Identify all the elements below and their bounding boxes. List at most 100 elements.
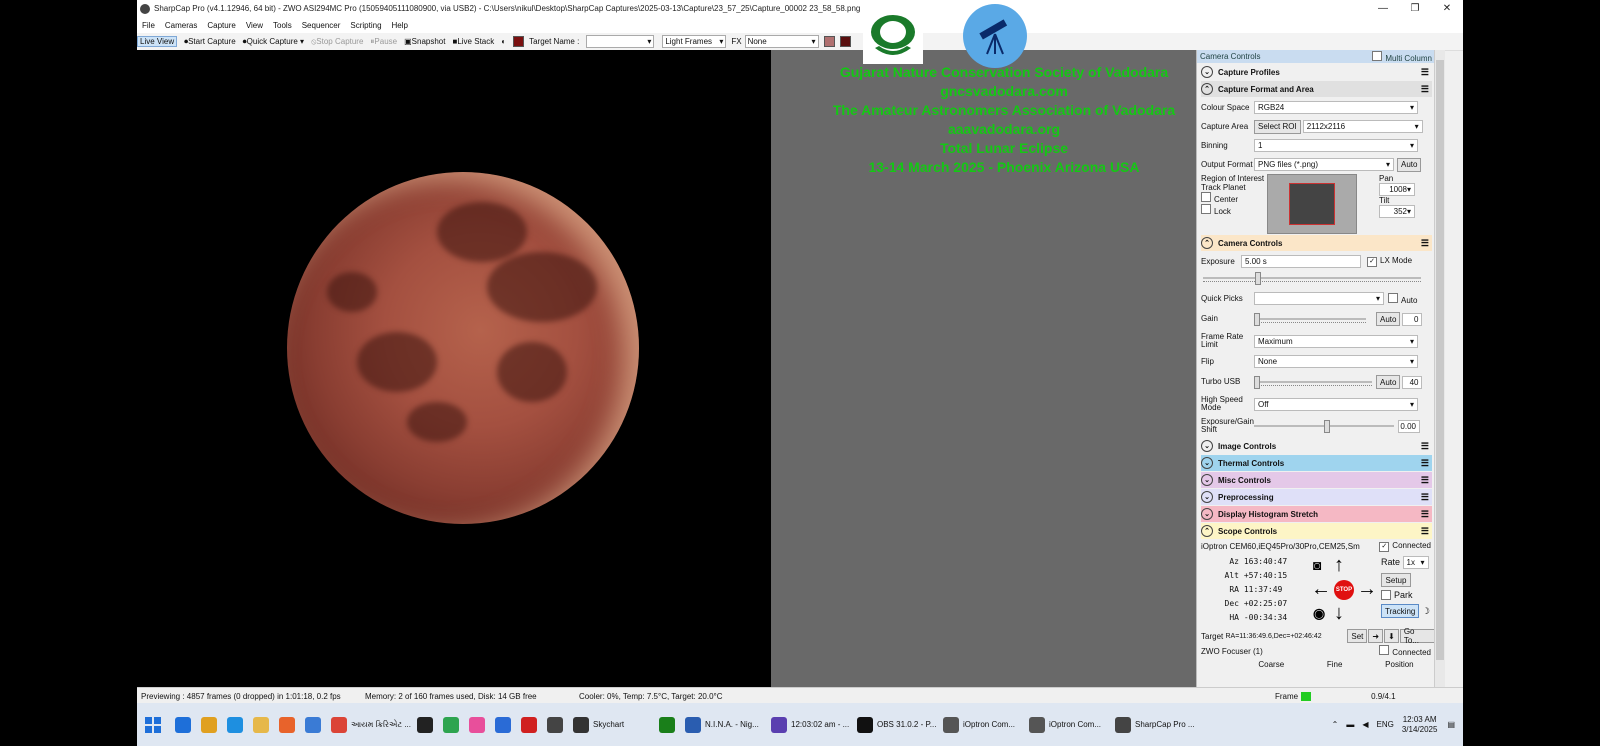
menu-help[interactable]: Help	[392, 21, 408, 30]
scrollbar-thumb[interactable]	[1436, 60, 1444, 660]
quick-picks-select[interactable]: ▾	[1254, 292, 1384, 305]
output-auto-button[interactable]: Auto	[1397, 157, 1422, 172]
tilt-input[interactable]: 352 ▾	[1379, 205, 1415, 218]
capture-area-select[interactable]: 2112x2116 ▾	[1302, 120, 1423, 133]
menu-icon[interactable]: ☰	[1421, 509, 1429, 520]
flip-select[interactable]: None ▾	[1254, 355, 1418, 368]
colour-space-select[interactable]: RGB24 ▾	[1254, 101, 1418, 114]
menu-icon[interactable]: ☰	[1421, 492, 1429, 503]
section-camera-controls[interactable]: ⌃ Camera Controls ☰	[1201, 235, 1432, 251]
menu-sequencer[interactable]: Sequencer	[302, 21, 341, 30]
section-thermal-controls[interactable]: ⌄ Thermal Controls ☰	[1201, 455, 1432, 471]
start-capture-button[interactable]: ⏺ Start Capture	[184, 37, 236, 47]
chevron-up-icon[interactable]: ⌃	[1332, 720, 1339, 729]
high-speed-select[interactable]: Off ▾	[1254, 397, 1418, 411]
fx-select[interactable]: None ▾	[744, 35, 819, 48]
focuser-connected-checkbox[interactable]	[1379, 645, 1390, 655]
panel-scrollbar[interactable]	[1434, 50, 1445, 687]
rate-select[interactable]: 1x ▾	[1402, 555, 1429, 569]
exposure-input[interactable]: 5.00 s	[1241, 255, 1361, 268]
pause-button[interactable]: ⏸ Pause	[370, 37, 397, 47]
park-checkbox[interactable]	[1381, 590, 1391, 600]
menu-file[interactable]: File	[142, 21, 155, 30]
target-name-input[interactable]: ▾	[586, 35, 655, 48]
zoom-icon[interactable]: ◐	[501, 37, 506, 46]
taskbar-app[interactable]: આયમ ક્રિરિએટ ...	[331, 710, 411, 740]
moon-icon[interactable]: ☽	[1422, 606, 1430, 617]
clock[interactable]: 12:03 AM 3/14/2025	[1402, 715, 1438, 735]
stop-capture-button[interactable]: ⦸ Stop Capture	[311, 37, 363, 47]
taskbar-app[interactable]	[521, 710, 541, 740]
taskbar-app[interactable]: Skychart	[573, 710, 653, 740]
menu-icon[interactable]: ☰	[1421, 475, 1429, 486]
section-scope-controls[interactable]: ⌃ Scope Controls ☰	[1201, 523, 1432, 539]
section-capture-format[interactable]: ⌃ Capture Format and Area ☰	[1201, 81, 1432, 97]
minimize-button[interactable]: —	[1367, 0, 1399, 17]
setup-button[interactable]: Setup	[1381, 573, 1411, 587]
notification-icon[interactable]: ▤	[1447, 720, 1455, 729]
mount-connected-checkbox[interactable]: ✓	[1379, 542, 1390, 552]
arrow-down-icon[interactable]: ↓	[1334, 603, 1344, 623]
menu-icon[interactable]: ☰	[1421, 526, 1429, 537]
exp-gain-shift-slider[interactable]	[1254, 419, 1394, 433]
center-option[interactable]: Center	[1201, 192, 1267, 204]
roi-rectangle[interactable]	[1289, 183, 1335, 225]
arrow-right-icon[interactable]: ➜	[1368, 629, 1384, 643]
start-button[interactable]	[145, 710, 161, 740]
network-icon[interactable]: ▬	[1346, 720, 1354, 729]
section-display-histogram[interactable]: ⌄ Display Histogram Stretch ☰	[1201, 506, 1432, 522]
roi-preview[interactable]	[1267, 174, 1357, 234]
arrow-down-icon[interactable]: ⬇	[1384, 629, 1399, 643]
taskbar-app[interactable]	[279, 710, 299, 740]
gain-auto-button[interactable]: Auto	[1376, 312, 1401, 326]
taskbar-app[interactable]	[469, 710, 489, 740]
lock-option[interactable]: Lock	[1201, 204, 1267, 216]
quick-picks-auto-checkbox[interactable]	[1388, 292, 1398, 303]
section-capture-profiles[interactable]: ⌄ Capture Profiles ☰	[1201, 64, 1432, 80]
menu-icon[interactable]: ☰	[1421, 84, 1429, 95]
gain-slider[interactable]	[1254, 312, 1366, 326]
maximize-button[interactable]: ❐	[1399, 0, 1431, 17]
live-stack-button[interactable]: ■ Live Stack	[452, 37, 494, 46]
taskbar-app[interactable]: 12:03:02 am - ...	[771, 710, 851, 740]
turbo-usb-auto-button[interactable]: Auto	[1376, 375, 1401, 389]
output-format-select[interactable]: PNG files (*.png) ▾	[1254, 158, 1394, 171]
menu-icon[interactable]: ☰	[1421, 67, 1429, 78]
frame-rate-select[interactable]: Maximum ▾	[1254, 334, 1418, 348]
lx-mode-option[interactable]: ✓ LX Mode	[1367, 256, 1412, 267]
taskbar-app[interactable]	[175, 710, 195, 740]
section-preprocessing[interactable]: ⌄ Preprocessing ☰	[1201, 489, 1432, 505]
gain-input[interactable]: 0	[1402, 312, 1423, 326]
focuser-connected-option[interactable]: Connected	[1379, 645, 1431, 657]
lx-mode-checkbox[interactable]: ✓	[1367, 257, 1377, 267]
pan-input[interactable]: 1008 ▾	[1379, 183, 1415, 196]
multi-column-checkbox[interactable]	[1372, 50, 1383, 61]
taskbar-app[interactable]	[495, 710, 515, 740]
tracking-button[interactable]: Tracking	[1381, 604, 1420, 618]
taskbar-app[interactable]: SharpCap Pro ...	[1115, 710, 1195, 740]
menu-scripting[interactable]: Scripting	[350, 21, 381, 30]
menu-cameras[interactable]: Cameras	[165, 21, 197, 30]
exposure-slider[interactable]	[1203, 271, 1421, 285]
arrow-left-icon[interactable]: ←	[1311, 579, 1331, 599]
target-icon[interactable]: ◉	[1313, 603, 1325, 623]
spiral-search-icon[interactable]: ◙	[1313, 555, 1321, 575]
taskbar-app[interactable]: OBS 31.0.2 - P...	[857, 710, 937, 740]
select-roi-button[interactable]: Select ROI	[1254, 119, 1301, 134]
menu-tools[interactable]: Tools	[273, 21, 292, 30]
taskbar-app[interactable]	[227, 710, 247, 740]
lock-checkbox[interactable]	[1201, 204, 1211, 214]
taskbar-app[interactable]	[305, 710, 325, 740]
menu-icon[interactable]: ☰	[1421, 441, 1429, 452]
binning-select[interactable]: 1 ▾	[1254, 139, 1418, 152]
taskbar-app[interactable]	[547, 710, 567, 740]
menu-icon[interactable]: ☰	[1421, 458, 1429, 469]
multi-column-toggle[interactable]: Multi Column	[1372, 50, 1432, 63]
taskbar-app[interactable]: iOptron Com...	[1029, 710, 1109, 740]
live-view-button[interactable]: Live View	[137, 36, 178, 47]
taskbar-app[interactable]	[417, 710, 437, 740]
set-button[interactable]: Set	[1347, 629, 1368, 643]
menu-icon[interactable]: ☰	[1421, 238, 1429, 249]
section-image-controls[interactable]: ⌄ Image Controls ☰	[1201, 438, 1432, 454]
snapshot-button[interactable]: ▣ Snapshot	[404, 37, 445, 46]
